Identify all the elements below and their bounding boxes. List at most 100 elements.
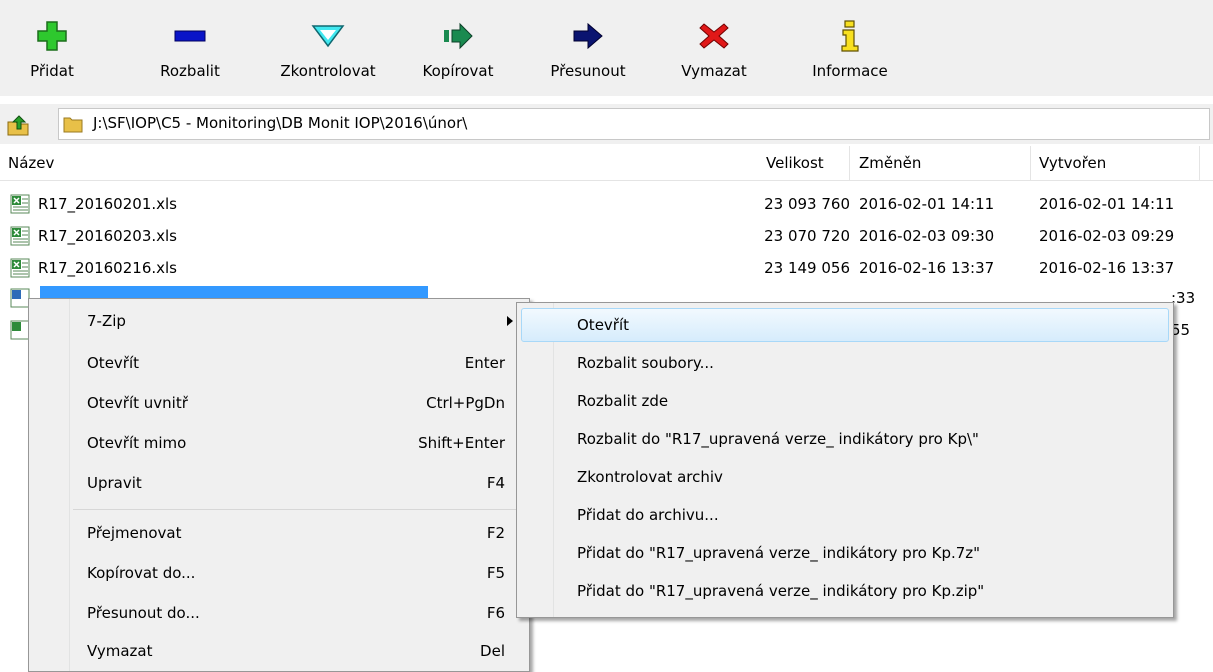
file-row[interactable]: R17_20160201.xls 23 093 760 2016-02-01 1… bbox=[0, 190, 1213, 220]
file-created: 2016-02-16 13:37 bbox=[1039, 259, 1175, 277]
menu-item-copy-to[interactable]: Kopírovat do... F5 bbox=[29, 553, 529, 593]
menu-item-open-outside[interactable]: Otevřít mimo Shift+Enter bbox=[29, 423, 529, 463]
menu-item-move-to[interactable]: Přesunout do... F6 bbox=[29, 593, 529, 633]
menu-item-label: Vymazat bbox=[87, 642, 153, 660]
file-name: R17_20160201.xls bbox=[38, 195, 177, 213]
move-arrow-icon bbox=[573, 22, 603, 50]
check-icon bbox=[311, 25, 345, 48]
menu-item-label: 7-Zip bbox=[87, 312, 126, 330]
file-list-header: Název Velikost Změněn Vytvořen bbox=[0, 146, 1213, 181]
excel-file-icon bbox=[10, 320, 30, 340]
menu-separator bbox=[73, 509, 525, 510]
menu-item-rename[interactable]: Přejmenovat F2 bbox=[29, 513, 529, 553]
add-label: Přidat bbox=[30, 62, 74, 80]
menu-item-shortcut: F2 bbox=[486, 524, 505, 542]
path-text: J:\SF\IOP\C5 - Monitoring\DB Monit IOP\2… bbox=[93, 114, 468, 132]
menu-item-shortcut: F5 bbox=[486, 564, 505, 582]
submenu-item-add-to-zip[interactable]: Přidat do "R17_upravená verze_ indikátor… bbox=[517, 571, 1173, 611]
delete-x-icon bbox=[699, 23, 729, 49]
submenu-item-label: Přidat do archivu... bbox=[577, 506, 719, 524]
menu-item-label: Přesunout do... bbox=[87, 604, 200, 622]
excel-file-icon bbox=[10, 258, 30, 278]
column-divider[interactable] bbox=[1030, 146, 1031, 180]
extract-button[interactable]: Rozbalit bbox=[150, 0, 230, 96]
menu-item-7zip[interactable]: 7-Zip bbox=[29, 301, 529, 341]
submenu-item-extract-here[interactable]: Rozbalit zde bbox=[517, 381, 1173, 421]
menu-item-shortcut: Shift+Enter bbox=[418, 434, 505, 452]
excel-file-icon bbox=[10, 226, 30, 246]
column-divider[interactable] bbox=[1199, 146, 1200, 180]
submenu-item-label: Otevřít bbox=[577, 316, 630, 334]
column-divider[interactable] bbox=[849, 146, 850, 180]
submenu-item-extract-files[interactable]: Rozbalit soubory... bbox=[517, 343, 1173, 383]
menu-item-shortcut: Del bbox=[480, 642, 505, 660]
submenu-item-label: Přidat do "R17_upravená verze_ indikátor… bbox=[577, 582, 985, 600]
menu-item-shortcut: F4 bbox=[486, 474, 505, 492]
excel-file-icon bbox=[10, 288, 30, 308]
submenu-item-test-archive[interactable]: Zkontrolovat archiv bbox=[517, 457, 1173, 497]
move-label: Přesunout bbox=[550, 62, 626, 80]
test-button[interactable]: Zkontrolovat bbox=[262, 0, 394, 96]
submenu-item-label: Přidat do "R17_upravená verze_ indikátor… bbox=[577, 544, 981, 562]
file-created-fragment: :33 bbox=[1171, 289, 1196, 307]
submenu-item-extract-to-folder[interactable]: Rozbalit do "R17_upravená verze_ indikát… bbox=[517, 419, 1173, 459]
copy-button[interactable]: Kopírovat bbox=[408, 0, 508, 96]
submenu-item-label: Rozbalit do "R17_upravená verze_ indikát… bbox=[577, 430, 979, 448]
context-menu: 7-Zip Otevřít Enter Otevřít uvnitř Ctrl+… bbox=[28, 298, 530, 672]
path-field[interactable]: J:\SF\IOP\C5 - Monitoring\DB Monit IOP\2… bbox=[58, 108, 1210, 140]
submenu-item-label: Zkontrolovat archiv bbox=[577, 468, 723, 486]
menu-item-shortcut: Enter bbox=[464, 354, 505, 372]
column-size[interactable]: Velikost bbox=[766, 154, 824, 172]
folder-up-icon[interactable] bbox=[6, 112, 32, 138]
menu-item-label: Upravit bbox=[87, 474, 142, 492]
7zip-submenu: Otevřít Rozbalit soubory... Rozbalit zde… bbox=[516, 302, 1174, 618]
column-modified[interactable]: Změněn bbox=[859, 154, 921, 172]
copy-label: Kopírovat bbox=[422, 62, 494, 80]
menu-item-delete[interactable]: Vymazat Del bbox=[29, 631, 529, 671]
toolbar: Přidat Rozbalit Zkontrolovat Kopírovat P… bbox=[0, 0, 1213, 96]
submenu-arrow-icon bbox=[507, 316, 513, 326]
address-bar: J:\SF\IOP\C5 - Monitoring\DB Monit IOP\2… bbox=[0, 104, 1213, 144]
file-size: 23 149 056 bbox=[764, 259, 850, 277]
delete-label: Vymazat bbox=[681, 62, 747, 80]
test-label: Zkontrolovat bbox=[280, 62, 376, 80]
menu-item-label: Otevřít uvnitř bbox=[87, 394, 188, 412]
menu-item-open-inside[interactable]: Otevřít uvnitř Ctrl+PgDn bbox=[29, 383, 529, 423]
menu-item-label: Přejmenovat bbox=[87, 524, 182, 542]
menu-item-open[interactable]: Otevřít Enter bbox=[29, 343, 529, 383]
file-created: 2016-02-03 09:29 bbox=[1039, 227, 1175, 245]
file-modified: 2016-02-03 09:30 bbox=[859, 227, 995, 245]
menu-item-label: Kopírovat do... bbox=[87, 564, 196, 582]
file-row[interactable]: R17_20160216.xls 23 149 056 2016-02-16 1… bbox=[0, 254, 1213, 284]
submenu-item-label: Rozbalit soubory... bbox=[577, 354, 714, 372]
file-name: R17_20160216.xls bbox=[38, 259, 177, 277]
file-size: 23 093 760 bbox=[764, 195, 850, 213]
move-button[interactable]: Přesunout bbox=[538, 0, 638, 96]
add-button[interactable]: Přidat bbox=[22, 0, 82, 96]
menu-item-shortcut: F6 bbox=[486, 604, 505, 622]
copy-arrow-icon bbox=[444, 22, 473, 50]
extract-label: Rozbalit bbox=[160, 62, 220, 80]
submenu-item-add-to-7z[interactable]: Přidat do "R17_upravená verze_ indikátor… bbox=[517, 533, 1173, 573]
menu-item-label: Otevřít mimo bbox=[87, 434, 187, 452]
minus-icon bbox=[174, 30, 206, 42]
column-name[interactable]: Název bbox=[8, 154, 54, 172]
menu-item-edit[interactable]: Upravit F4 bbox=[29, 463, 529, 503]
submenu-item-add-to-archive[interactable]: Přidat do archivu... bbox=[517, 495, 1173, 535]
delete-button[interactable]: Vymazat bbox=[674, 0, 754, 96]
file-size: 23 070 720 bbox=[764, 227, 850, 245]
folder-icon bbox=[63, 117, 83, 133]
submenu-item-label: Rozbalit zde bbox=[577, 392, 669, 410]
submenu-item-open[interactable]: Otevřít bbox=[517, 305, 1173, 345]
file-name: R17_20160203.xls bbox=[38, 227, 177, 245]
info-button[interactable]: Informace bbox=[800, 0, 900, 96]
file-modified: 2016-02-01 14:11 bbox=[859, 195, 995, 213]
file-modified: 2016-02-16 13:37 bbox=[859, 259, 995, 277]
column-created[interactable]: Vytvořen bbox=[1039, 154, 1106, 172]
file-row[interactable]: R17_20160203.xls 23 070 720 2016-02-03 0… bbox=[0, 222, 1213, 252]
info-label: Informace bbox=[812, 62, 888, 80]
menu-item-shortcut: Ctrl+PgDn bbox=[426, 394, 505, 412]
info-icon bbox=[841, 20, 859, 52]
excel-file-icon bbox=[10, 194, 30, 214]
file-created: 2016-02-01 14:11 bbox=[1039, 195, 1175, 213]
